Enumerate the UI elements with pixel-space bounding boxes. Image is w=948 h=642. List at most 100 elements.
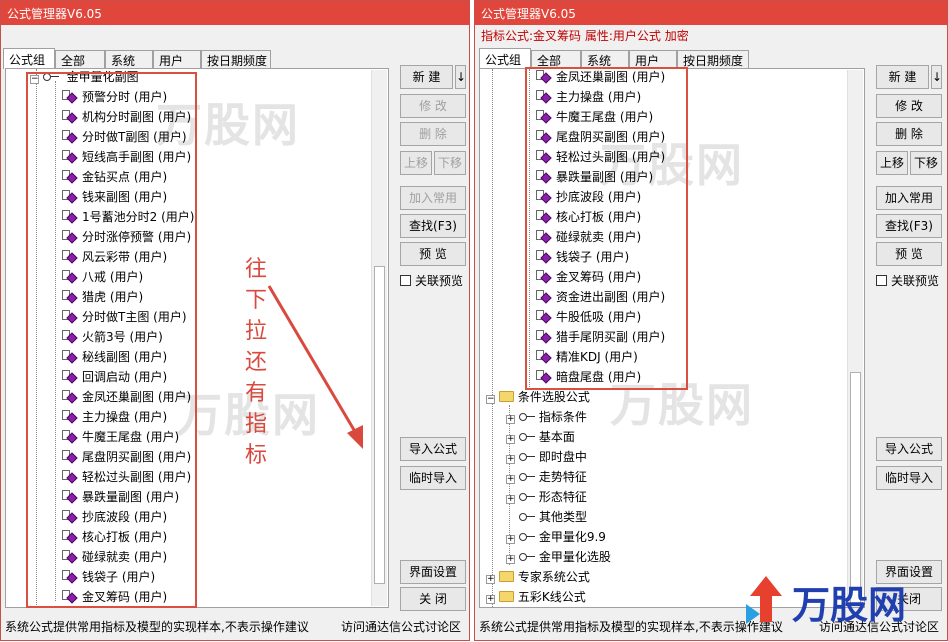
group-label: 条件选股公式 <box>517 390 590 404</box>
annotation-highlight-box <box>525 67 688 390</box>
expand-icon[interactable]: + <box>506 475 515 484</box>
right-formula-manager-window: 公式管理器V6.05 指标公式:金叉筹码 属性:用户公式 加密 公式组 全部 系… <box>474 0 948 641</box>
right-tab-user[interactable]: 用户 <box>629 50 677 68</box>
move-down-button[interactable]: 下移 <box>434 151 466 175</box>
left-tab-system[interactable]: 系统 <box>105 50 153 68</box>
tree-group-node[interactable]: + 五彩K线公式 <box>486 587 586 607</box>
tree-group-node[interactable]: − 条件选股公式 <box>486 387 590 407</box>
forum-link[interactable]: 访问通达信公式讨论区 <box>341 618 461 635</box>
tree-subgroup-node[interactable]: + 走势特征 <box>506 467 587 487</box>
scrollbar-thumb[interactable] <box>374 266 385 584</box>
annotation-scroll-hint: 往下拉还有指标 <box>243 254 269 471</box>
right-window-title: 公式管理器V6.05 <box>481 7 576 21</box>
tree-guide-line <box>492 69 493 607</box>
expand-icon[interactable]: + <box>506 435 515 444</box>
group-label: 指标条件 <box>538 410 587 424</box>
right-tab-all[interactable]: 全部 <box>531 50 581 68</box>
new-dropdown-arrow-icon[interactable]: ↓ <box>931 65 942 89</box>
right-title-bar[interactable]: 公式管理器V6.05 <box>475 1 947 25</box>
new-formula-button[interactable]: 新 建 <box>876 65 929 89</box>
tree-subgroup-node[interactable]: + 基本面 <box>506 427 575 447</box>
expand-icon[interactable]: + <box>506 495 515 504</box>
expand-icon[interactable]: + <box>486 595 495 604</box>
folder-icon <box>498 571 514 582</box>
left-title-bar[interactable]: 公式管理器V6.05 <box>1 1 469 25</box>
formula-group-icon <box>518 433 535 441</box>
new-dropdown-arrow-icon[interactable]: ↓ <box>455 65 466 89</box>
left-tab-user[interactable]: 用户 <box>153 50 201 68</box>
tree-subgroup-node[interactable]: + 形态特征 <box>506 487 587 507</box>
link-preview-label: 关联预览 <box>891 274 940 288</box>
scrollbar-thumb[interactable] <box>850 372 861 607</box>
tree-subgroup-node[interactable]: + 金甲量化选股 <box>506 547 611 567</box>
left-tab-by-date[interactable]: 按日期频度 <box>201 50 271 68</box>
expand-icon[interactable]: + <box>486 575 495 584</box>
right-tab-by-date[interactable]: 按日期频度 <box>677 50 749 68</box>
group-label: 专家系统公式 <box>517 570 590 584</box>
logo-arrow-icon <box>746 576 782 624</box>
formula-info-line: 指标公式:金叉筹码 属性:用户公式 加密 <box>481 29 689 43</box>
add-to-common-button[interactable]: 加入常用 <box>400 186 466 210</box>
annotation-char: 下 <box>244 288 267 313</box>
status-note: 系统公式提供常用指标及模型的实现样本,不表示操作建议 <box>5 620 309 634</box>
expand-icon[interactable]: + <box>506 455 515 464</box>
delete-button[interactable]: 删 除 <box>400 122 466 146</box>
group-label: 走势特征 <box>538 470 587 484</box>
link-preview-checkbox[interactable]: 关联预览 <box>876 272 939 289</box>
temp-import-button[interactable]: 临时导入 <box>876 466 942 490</box>
expand-icon[interactable]: + <box>506 535 515 544</box>
formula-group-icon <box>518 493 535 501</box>
checkbox-box[interactable] <box>400 275 411 286</box>
import-formula-button[interactable]: 导入公式 <box>876 437 942 461</box>
annotation-highlight-box <box>26 72 197 608</box>
move-up-button[interactable]: 上移 <box>876 151 908 175</box>
group-label: 其他类型 <box>539 510 588 524</box>
ui-settings-button[interactable]: 界面设置 <box>400 560 466 584</box>
tree-subgroup-node[interactable]: 其他类型 <box>506 507 587 527</box>
tree-subgroup-node[interactable]: + 金甲量化9.9 <box>506 527 606 547</box>
expand-icon[interactable]: + <box>506 415 515 424</box>
annotation-char: 指 <box>244 412 267 437</box>
status-note: 系统公式提供常用指标及模型的实现样本,不表示操作建议 <box>479 620 783 634</box>
tree-group-node[interactable]: + 专家系统公式 <box>486 567 590 587</box>
right-tab-system[interactable]: 系统 <box>581 50 629 68</box>
left-tree-scrollbar[interactable] <box>371 70 387 606</box>
tree-subgroup-node[interactable]: + 即时盘中 <box>506 447 587 467</box>
link-preview-checkbox[interactable]: 关联预览 <box>400 272 463 289</box>
tree-subgroup-node[interactable]: + 指标条件 <box>506 407 587 427</box>
add-to-common-button[interactable]: 加入常用 <box>876 186 942 210</box>
preview-button[interactable]: 预 览 <box>400 242 466 266</box>
expand-icon[interactable]: + <box>506 555 515 564</box>
brand-logo: 万股网 <box>742 574 932 627</box>
left-tab-formula-group[interactable]: 公式组 <box>3 48 55 69</box>
annotation-char: 有 <box>244 381 267 406</box>
move-up-button[interactable]: 上移 <box>400 151 432 175</box>
move-down-button[interactable]: 下移 <box>910 151 942 175</box>
new-formula-button[interactable]: 新 建 <box>400 65 453 89</box>
formula-group-icon <box>518 533 535 541</box>
close-button[interactable]: 关 闭 <box>400 587 466 611</box>
group-label: 金甲量化9.9 <box>538 530 606 544</box>
temp-import-button[interactable]: 临时导入 <box>400 466 466 490</box>
delete-button[interactable]: 删 除 <box>876 122 942 146</box>
left-formula-manager-window: 公式管理器V6.05 公式组 全部 系统 用户 按日期频度 万股网 万股网 − … <box>0 0 470 641</box>
preview-button[interactable]: 预 览 <box>876 242 942 266</box>
find-button[interactable]: 查找(F3) <box>400 214 466 238</box>
formula-group-icon <box>518 473 535 481</box>
group-label: 五彩K线公式 <box>517 590 586 604</box>
modify-button[interactable]: 修 改 <box>876 94 942 118</box>
modify-button[interactable]: 修 改 <box>400 94 466 118</box>
find-button[interactable]: 查找(F3) <box>876 214 942 238</box>
import-formula-button[interactable]: 导入公式 <box>400 437 466 461</box>
group-label: 形态特征 <box>538 490 587 504</box>
right-tree-scrollbar[interactable] <box>847 70 863 607</box>
right-tab-formula-group[interactable]: 公式组 <box>479 48 531 69</box>
group-label: 基本面 <box>538 430 575 444</box>
left-tab-all[interactable]: 全部 <box>55 50 105 68</box>
left-window-title: 公式管理器V6.05 <box>7 7 102 21</box>
formula-group-icon <box>518 453 535 461</box>
checkbox-box[interactable] <box>876 275 887 286</box>
collapse-icon[interactable]: − <box>486 395 495 404</box>
formula-group-icon <box>518 413 535 421</box>
formula-group-icon <box>518 553 535 561</box>
